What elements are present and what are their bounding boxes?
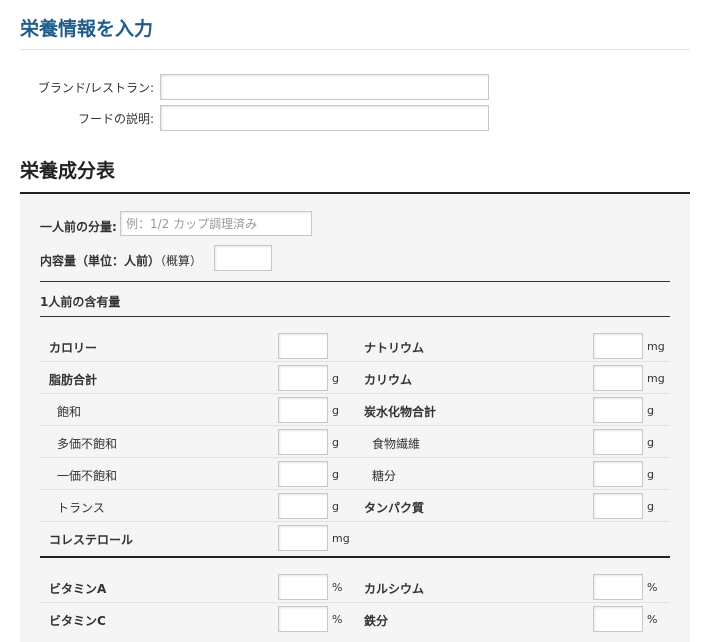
nutrient-input[interactable] bbox=[593, 574, 643, 600]
divider bbox=[40, 281, 670, 282]
nutrient-label: トランス bbox=[57, 501, 105, 515]
nutrient-input[interactable] bbox=[278, 574, 328, 600]
nutrient-input[interactable] bbox=[278, 429, 328, 455]
nutrient-label: 多価不飽和 bbox=[57, 437, 118, 451]
nutrient-input[interactable] bbox=[593, 606, 643, 632]
nutrient-label: 脂肪合計 bbox=[49, 373, 98, 387]
servings-approx: （概算） bbox=[160, 254, 203, 268]
nutrient-input[interactable] bbox=[593, 365, 643, 391]
nutrient-unit: g bbox=[647, 436, 654, 449]
description-input[interactable] bbox=[160, 105, 489, 131]
nutrient-unit: g bbox=[647, 404, 654, 417]
nutrition-section-title: 栄養成分表 bbox=[20, 160, 116, 182]
nutrient-input[interactable] bbox=[278, 525, 328, 551]
nutrient-label: カルシウム bbox=[364, 582, 425, 596]
nutrient-cell: トランス g bbox=[40, 490, 355, 522]
nutrient-input[interactable] bbox=[278, 606, 328, 632]
servings-label-text: 内容量（単位：人前） bbox=[40, 254, 161, 268]
nutrient-unit: % bbox=[332, 613, 343, 626]
nutrient-cell: 脂肪合計 g bbox=[40, 362, 355, 394]
nutrient-row: 飽和 g 炭水化物合計 g bbox=[40, 394, 670, 426]
page-title: 栄養情報を入力 bbox=[20, 18, 154, 40]
nutrient-cell: 炭水化物合計 g bbox=[355, 394, 670, 426]
nutrient-row: ビタミンC% 鉄分% bbox=[40, 603, 670, 635]
nutrient-cell: タンパク質 g bbox=[355, 490, 670, 522]
description-label: フードの説明: bbox=[77, 112, 154, 126]
nutrient-label: 糖分 bbox=[372, 469, 397, 483]
nutrient-input[interactable] bbox=[278, 365, 328, 391]
nutrient-cell: 糖分 g bbox=[355, 458, 670, 490]
serving-size-input[interactable] bbox=[120, 211, 312, 236]
nutrient-input[interactable] bbox=[593, 429, 643, 455]
nutrient-row: 多価不飽和 g 食物繊維 g bbox=[40, 426, 670, 458]
nutrient-cell: 一価不飽和 g bbox=[40, 458, 355, 490]
nutrient-label: ビタミンC bbox=[49, 614, 106, 628]
nutrient-input[interactable] bbox=[278, 333, 328, 359]
nutrient-row: トランス g タンパク質 g bbox=[40, 490, 670, 522]
description-row: フードの説明: bbox=[0, 105, 703, 131]
serving-size-label: 一人前の分量: bbox=[40, 220, 117, 234]
nutrient-label: 飽和 bbox=[57, 405, 82, 419]
nutrient-cell: カリウム mg bbox=[355, 362, 670, 394]
nutrient-unit: g bbox=[332, 404, 339, 417]
nutrient-unit: mg bbox=[647, 372, 665, 385]
nutrient-row: コレステロール mg bbox=[40, 522, 670, 554]
nutrient-unit: g bbox=[332, 468, 339, 481]
nutrient-unit: g bbox=[332, 372, 339, 385]
title-divider bbox=[20, 49, 690, 50]
nutrient-cell: ビタミンC% bbox=[40, 603, 355, 635]
nutrient-cell: カロリー bbox=[40, 330, 355, 362]
nutrient-unit: g bbox=[332, 436, 339, 449]
nutrient-cell: 飽和 g bbox=[40, 394, 355, 426]
nutrient-label: 一価不飽和 bbox=[57, 469, 118, 483]
nutrient-row: カロリー ナトリウム mg bbox=[40, 330, 670, 362]
per-serving-heading: 1人前の含有量 bbox=[40, 295, 121, 309]
nutrient-unit: % bbox=[647, 613, 658, 626]
nutrient-label: ナトリウム bbox=[364, 341, 425, 355]
nutrient-input[interactable] bbox=[278, 397, 328, 423]
divider bbox=[40, 316, 670, 317]
nutrient-label: 炭水化物合計 bbox=[364, 405, 437, 419]
nutrient-label: ビタミンA bbox=[49, 582, 107, 596]
brand-row: ブランド/レストラン: bbox=[0, 74, 703, 100]
nutrient-unit: g bbox=[647, 468, 654, 481]
nutrient-cell: ビタミンA% bbox=[40, 571, 355, 603]
nutrient-label: カリウム bbox=[364, 373, 413, 387]
nutrient-unit: g bbox=[647, 500, 654, 513]
nutrient-row: ビタミンA% カルシウム% bbox=[40, 571, 670, 603]
nutrient-cell: 鉄分% bbox=[355, 603, 670, 635]
nutrient-label: コレステロール bbox=[49, 533, 134, 547]
nutrient-label: 鉄分 bbox=[364, 614, 389, 628]
nutrient-label: 食物繊維 bbox=[372, 437, 421, 451]
nutrient-cell: 食物繊維 g bbox=[355, 426, 670, 458]
nutrient-unit: % bbox=[647, 581, 658, 594]
nutrient-unit: g bbox=[332, 500, 339, 513]
nutrient-input[interactable] bbox=[278, 461, 328, 487]
nutrient-cell: コレステロール mg bbox=[40, 522, 355, 554]
nutrient-input[interactable] bbox=[278, 493, 328, 519]
servings-input[interactable] bbox=[214, 245, 272, 271]
brand-label: ブランド/レストラン: bbox=[37, 81, 154, 95]
nutrient-input[interactable] bbox=[593, 333, 643, 359]
nutrient-cell: カルシウム% bbox=[355, 571, 670, 603]
nutrition-facts-panel: 一人前の分量: 内容量（単位：人前）（概算） 1人前の含有量 カロリー ナトリウム… bbox=[20, 192, 690, 642]
nutrient-cell: ナトリウム mg bbox=[355, 330, 670, 362]
nutrient-unit: % bbox=[332, 581, 343, 594]
nutrient-unit: mg bbox=[647, 340, 665, 353]
nutrient-input[interactable] bbox=[593, 461, 643, 487]
nutrient-row: 脂肪合計 g カリウム mg bbox=[40, 362, 670, 394]
nutrient-cell: 多価不飽和 g bbox=[40, 426, 355, 458]
nutrient-label: タンパク質 bbox=[364, 501, 425, 515]
nutrient-label: カロリー bbox=[49, 341, 98, 355]
nutrient-unit: mg bbox=[332, 532, 350, 545]
divider bbox=[40, 556, 670, 558]
nutrient-row: 一価不飽和 g 糖分 g bbox=[40, 458, 670, 490]
brand-input[interactable] bbox=[160, 74, 489, 100]
servings-label: 内容量（単位：人前）（概算） bbox=[40, 252, 202, 269]
nutrient-input[interactable] bbox=[593, 493, 643, 519]
nutrient-input[interactable] bbox=[593, 397, 643, 423]
